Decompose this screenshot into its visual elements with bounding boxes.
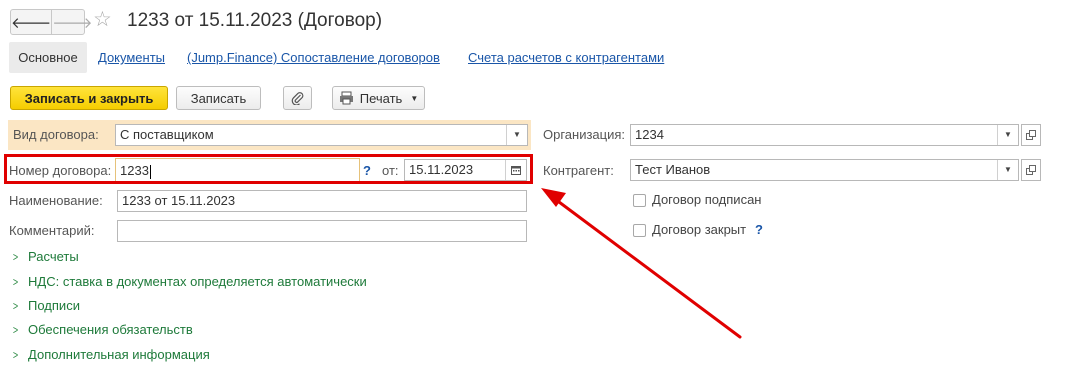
annotation-arrow <box>541 188 742 339</box>
